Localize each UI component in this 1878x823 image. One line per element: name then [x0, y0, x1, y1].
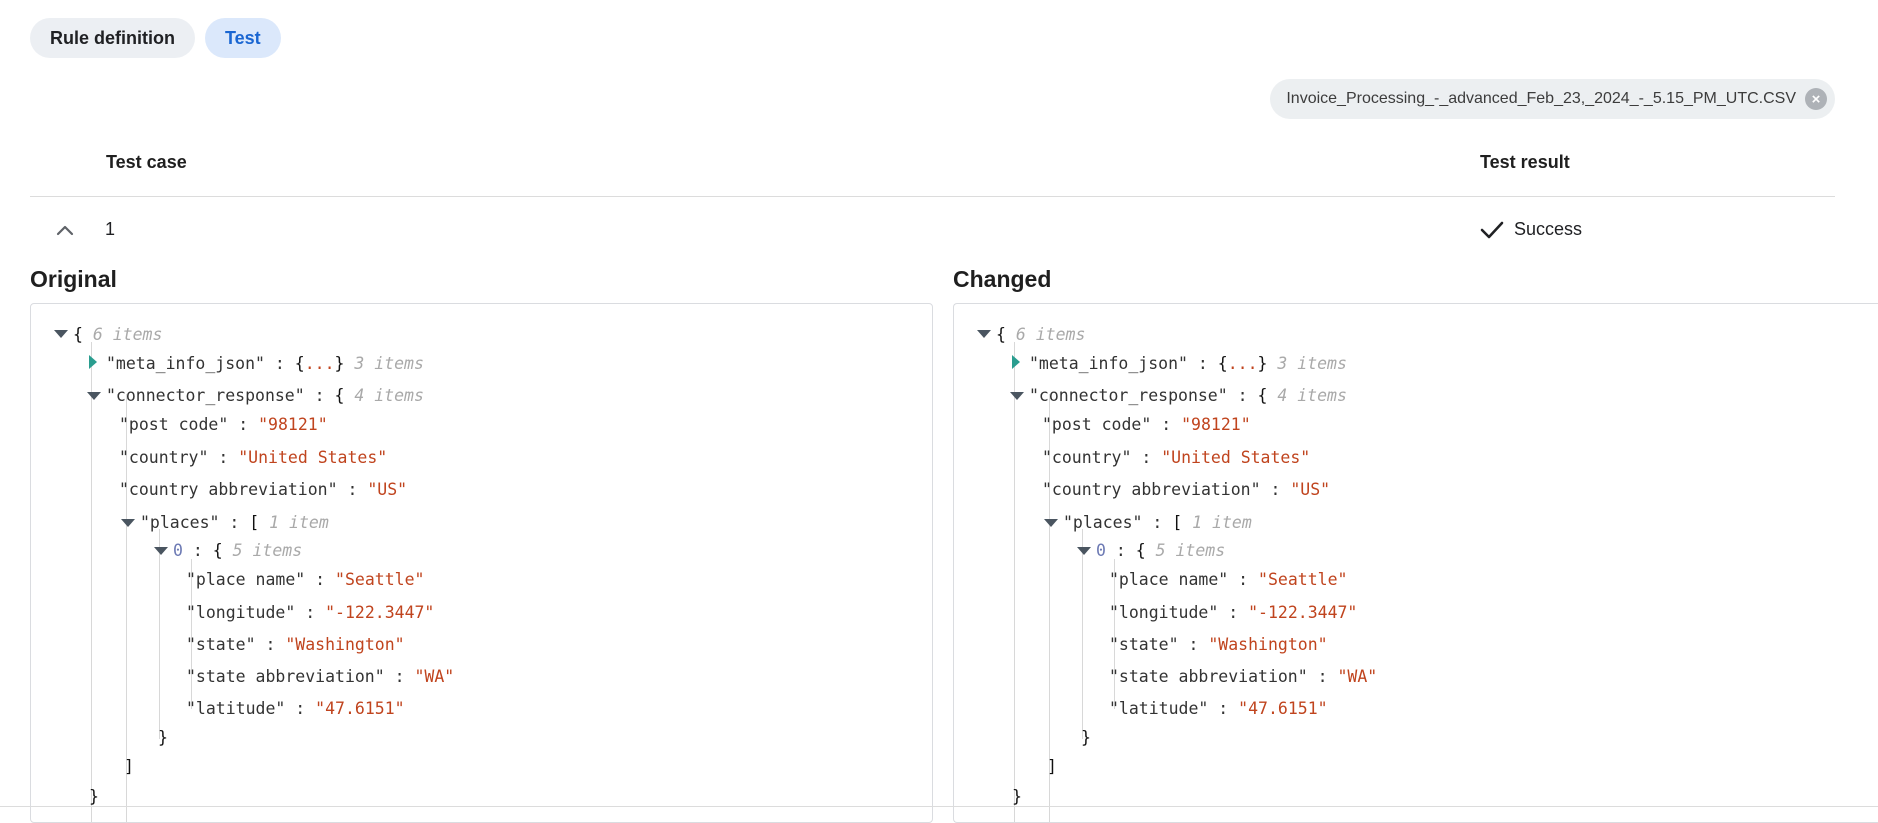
caret-down-icon[interactable] [154, 547, 168, 555]
caret-down-icon[interactable] [87, 392, 101, 400]
json-line-state-abbreviation: "state abbreviation" : "WA" [186, 667, 455, 686]
json-root-line: { 6 items [996, 325, 1086, 344]
json-line-country: "country" : "United States" [1042, 448, 1311, 467]
indent-guide [91, 342, 92, 822]
json-line-country: "country" : "United States" [119, 448, 388, 467]
json-line-state: "state" : "Washington" [186, 635, 405, 654]
json-line-longitude: "longitude" : "-122.3447" [1109, 603, 1358, 622]
json-line-connector-response: "connector_response" : { 4 items [106, 386, 424, 405]
json-line-place-index: 0 : { 5 items [173, 541, 303, 560]
test-case-number: 1 [105, 219, 116, 239]
indent-guide [1014, 342, 1015, 822]
caret-right-icon[interactable] [1012, 355, 1020, 369]
tab-test[interactable]: Test [205, 18, 281, 58]
original-pane-title: Original [30, 266, 117, 292]
changed-json-viewer[interactable]: { 6 items "meta_info_json" : {...} 3 ite… [953, 303, 1878, 823]
tab-rule-definition[interactable]: Rule definition [30, 18, 195, 58]
file-chip-label: Invoice_Processing_-_advanced_Feb_23,_20… [1286, 90, 1796, 107]
test-result: Success [1480, 219, 1582, 240]
chevron-up-icon[interactable] [54, 222, 76, 238]
json-line-state: "state" : "Washington" [1109, 635, 1328, 654]
json-close-brace: } [1081, 728, 1091, 747]
column-header-test-case[interactable]: Test case [106, 152, 187, 173]
check-icon [1480, 221, 1504, 238]
indent-guide [159, 529, 160, 739]
caret-down-icon[interactable] [1010, 392, 1024, 400]
tab-bar: Rule definition Test [30, 18, 281, 58]
json-line-places: "places" : [ 1 item [140, 513, 329, 532]
json-close-brace: } [89, 787, 99, 806]
caret-down-icon[interactable] [977, 330, 991, 338]
changed-pane-title: Changed [953, 266, 1052, 292]
caret-down-icon[interactable] [54, 330, 68, 338]
original-json-viewer[interactable]: { 6 items "meta_info_json" : {...} 3 ite… [30, 303, 933, 823]
test-result-label: Success [1514, 219, 1583, 239]
json-line-meta-info: "meta_info_json" : {...} 3 items [106, 354, 424, 373]
json-line-state-abbreviation: "state abbreviation" : "WA" [1109, 667, 1378, 686]
json-line-place-index: 0 : { 5 items [1096, 541, 1226, 560]
json-line-connector-response: "connector_response" : { 4 items [1029, 386, 1347, 405]
json-line-meta-info: "meta_info_json" : {...} 3 items [1029, 354, 1347, 373]
footer-divider [0, 806, 1878, 807]
json-line-place-name: "place name" : "Seattle" [186, 570, 425, 589]
json-close-bracket: ] [124, 757, 134, 776]
json-line-place-name: "place name" : "Seattle" [1109, 570, 1348, 589]
column-header-test-result[interactable]: Test result [1480, 152, 1570, 173]
json-line-country-abbreviation: "country abbreviation" : "US" [1042, 480, 1331, 499]
json-root-line: { 6 items [73, 325, 163, 344]
json-close-brace: } [158, 728, 168, 747]
json-line-latitude: "latitude" : "47.6151" [1109, 699, 1328, 718]
file-chip: Invoice_Processing_-_advanced_Feb_23,_20… [1270, 79, 1835, 119]
indent-guide [1082, 529, 1083, 739]
json-close-bracket: ] [1047, 757, 1057, 776]
header-divider [30, 196, 1835, 197]
caret-right-icon[interactable] [89, 355, 97, 369]
caret-down-icon[interactable] [121, 519, 135, 527]
caret-down-icon[interactable] [1077, 547, 1091, 555]
json-line-longitude: "longitude" : "-122.3447" [186, 603, 435, 622]
json-line-country-abbreviation: "country abbreviation" : "US" [119, 480, 408, 499]
json-line-post-code: "post code" : "98121" [119, 415, 328, 434]
caret-down-icon[interactable] [1044, 519, 1058, 527]
json-close-brace: } [1012, 787, 1022, 806]
json-line-latitude: "latitude" : "47.6151" [186, 699, 405, 718]
json-line-post-code: "post code" : "98121" [1042, 415, 1251, 434]
json-line-places: "places" : [ 1 item [1063, 513, 1252, 532]
close-icon[interactable]: × [1805, 88, 1827, 110]
